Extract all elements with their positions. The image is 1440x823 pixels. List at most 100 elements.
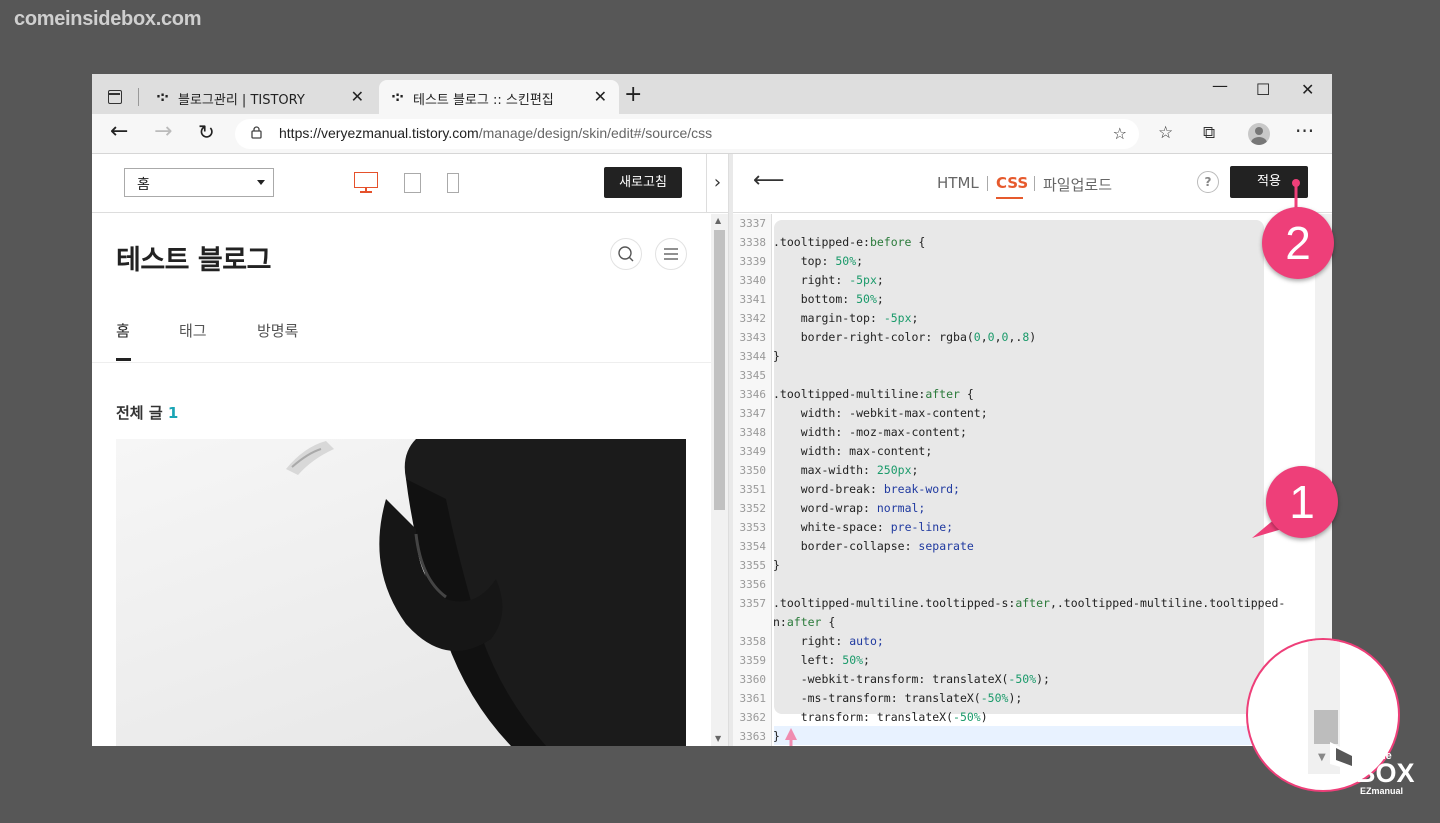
code-line[interactable]: 3351 word-break: break-word; (733, 480, 1332, 499)
help-icon[interactable]: ? (1197, 171, 1219, 193)
step-badge-1: 1 (1266, 466, 1338, 538)
line-number: 3363 (739, 730, 767, 743)
scroll-down-icon: ▼ (1318, 752, 1326, 763)
line-number: 3357 (739, 597, 767, 610)
code-line[interactable]: 3360 -webkit-transform: translateX(-50%)… (733, 670, 1332, 689)
code-line[interactable]: n:after { (733, 613, 1332, 632)
code-line[interactable]: 3341 bottom: 50%; (733, 290, 1332, 309)
code-line[interactable]: 3352 word-wrap: normal; (733, 499, 1332, 518)
code-text: -webkit-transform: translateX(-50%); (800, 672, 1050, 686)
code-line[interactable]: 3344} (733, 347, 1332, 366)
code-line[interactable]: 3342 margin-top: -5px; (733, 309, 1332, 328)
search-button[interactable] (610, 238, 642, 270)
line-number: 3349 (739, 445, 767, 458)
code-line[interactable]: 3338 .tooltipped-e:before { (733, 233, 1332, 252)
code-line[interactable]: 3359 left: 50%; (733, 651, 1332, 670)
forward-icon[interactable]: → (154, 120, 172, 144)
tab-css[interactable]: CSS (996, 174, 1028, 192)
code-text: n:after { (773, 615, 836, 629)
line-number: 3346 (739, 388, 767, 401)
close-tab-icon[interactable]: ✕ (351, 87, 364, 106)
code-text: top: 50%; (800, 254, 864, 268)
tab-title: 테스트 블로그 :: 스킨편집 (413, 93, 554, 108)
code-line[interactable]: 3353 white-space: pre-line; (733, 518, 1332, 537)
post-thumbnail-image[interactable] (116, 439, 686, 746)
scroll-up-icon[interactable]: ▲ (715, 216, 721, 225)
code-text: width: -webkit-max-content; (800, 406, 988, 420)
code-line[interactable]: 3346 .tooltipped-multiline:after { (733, 385, 1332, 404)
back-arrow-icon[interactable]: ⟵ (753, 168, 785, 193)
code-line[interactable]: 3343 border-right-color: rgba(0,0,0,.8) (733, 328, 1332, 347)
minimize-icon[interactable]: — (1212, 76, 1228, 95)
menu-button[interactable] (655, 238, 687, 270)
close-window-icon[interactable]: ✕ (1301, 80, 1314, 99)
scroll-down-icon[interactable]: ▼ (715, 734, 721, 743)
tab-html[interactable]: HTML (937, 174, 979, 192)
preview-pane: 홈 새로고침 › 테스트 블로그 홈 태그 방명록 전체 글 1 ▲ ▼ (92, 154, 728, 746)
code-line[interactable]: 3337 (733, 214, 1332, 233)
profile-avatar-icon[interactable] (1248, 123, 1270, 145)
code-text: border-collapse: separate (800, 539, 974, 553)
code-line[interactable]: 3349 width: max-content; (733, 442, 1332, 461)
line-number: 3339 (739, 255, 767, 268)
line-number: 3344 (739, 350, 767, 363)
close-tab-icon[interactable]: ✕ (594, 87, 607, 106)
more-menu-icon[interactable]: ··· (1295, 119, 1314, 143)
code-line[interactable]: 3347 width: -webkit-max-content; (733, 404, 1332, 423)
code-line[interactable]: 3363} (733, 727, 1332, 746)
blog-menu-guestbook[interactable]: 방명록 (257, 320, 298, 341)
url-input[interactable]: https://veryezmanual.tistory.com/manage/… (235, 119, 1139, 149)
code-text: } (773, 558, 780, 572)
reload-icon[interactable]: ↻ (198, 120, 215, 144)
browser-window: ·:· 블로그관리 | TISTORY ✕ ·:· 테스트 블로그 :: 스킨편… (92, 74, 1332, 746)
code-text: word-break: break-word; (800, 482, 960, 496)
tablet-device-icon[interactable] (404, 173, 421, 193)
tab-file-upload[interactable]: 파일업로드 (1043, 174, 1112, 195)
code-line[interactable]: 3362 transform: translateX(-50%) (733, 708, 1332, 727)
code-line[interactable]: 3361 -ms-transform: translateX(-50%); (733, 689, 1332, 708)
code-line[interactable]: 3358 right: auto; (733, 632, 1332, 651)
line-number: 3355 (739, 559, 767, 572)
back-icon[interactable]: ← (110, 120, 128, 144)
code-text: left: 50%; (800, 653, 870, 667)
code-line[interactable]: 3350 max-width: 250px; (733, 461, 1332, 480)
tab-skin-edit[interactable]: ·:· 테스트 블로그 :: 스킨편집 ✕ (379, 80, 619, 114)
line-number: 3360 (739, 673, 767, 686)
code-line[interactable]: 3356 (733, 575, 1332, 594)
tab-actions-icon[interactable] (108, 90, 122, 104)
post-count: 전체 글 1 (116, 402, 178, 423)
blog-menu-tag[interactable]: 태그 (179, 320, 207, 341)
code-line[interactable]: 3345 (733, 366, 1332, 385)
code-line[interactable]: 3355} (733, 556, 1332, 575)
url-text: https://veryezmanual.tistory.com/manage/… (279, 125, 712, 141)
code-line[interactable]: 3354 border-collapse: separate (733, 537, 1332, 556)
line-number: 3361 (739, 692, 767, 705)
blog-menu-home[interactable]: 홈 (116, 320, 130, 341)
view-select-value: 홈 (137, 177, 150, 193)
tab-blog-manage[interactable]: ·:· 블로그관리 | TISTORY ✕ (144, 80, 376, 114)
mobile-device-icon[interactable] (447, 173, 459, 193)
code-line[interactable]: 3357 .tooltipped-multiline.tooltipped-s:a… (733, 594, 1332, 613)
code-line[interactable]: 3348 width: -moz-max-content; (733, 423, 1332, 442)
css-code-editor[interactable]: 3337 3338 .tooltipped-e:before {3339 top: … (733, 214, 1332, 746)
code-line[interactable]: 3340 right: -5px; (733, 271, 1332, 290)
search-icon (618, 246, 634, 262)
preview-scroll-thumb[interactable] (714, 230, 725, 510)
code-line[interactable]: 3339 top: 50%; (733, 252, 1332, 271)
collapse-pane-icon[interactable]: › (706, 154, 728, 213)
code-text: -ms-transform: translateX(-50%); (800, 691, 1023, 705)
line-number: 3350 (739, 464, 767, 477)
refresh-button[interactable]: 새로고침 (604, 167, 682, 198)
line-number: 3342 (739, 312, 767, 325)
maximize-icon[interactable]: ☐ (1256, 80, 1270, 99)
tab-separator (987, 176, 988, 191)
logo-bottom-text: EZmanual (1360, 786, 1404, 796)
annotation-arrow-up-icon (785, 728, 797, 746)
new-tab-icon[interactable]: + (624, 84, 642, 106)
preview-scrollbar[interactable]: ▲ ▼ (711, 214, 728, 746)
favorites-icon[interactable]: ☆ (1158, 123, 1173, 143)
collections-icon[interactable]: ⧉ (1203, 123, 1215, 143)
add-favorite-icon[interactable]: ☆ (1113, 124, 1127, 143)
desktop-device-icon[interactable] (354, 172, 378, 194)
view-select[interactable]: 홈 (124, 168, 274, 197)
